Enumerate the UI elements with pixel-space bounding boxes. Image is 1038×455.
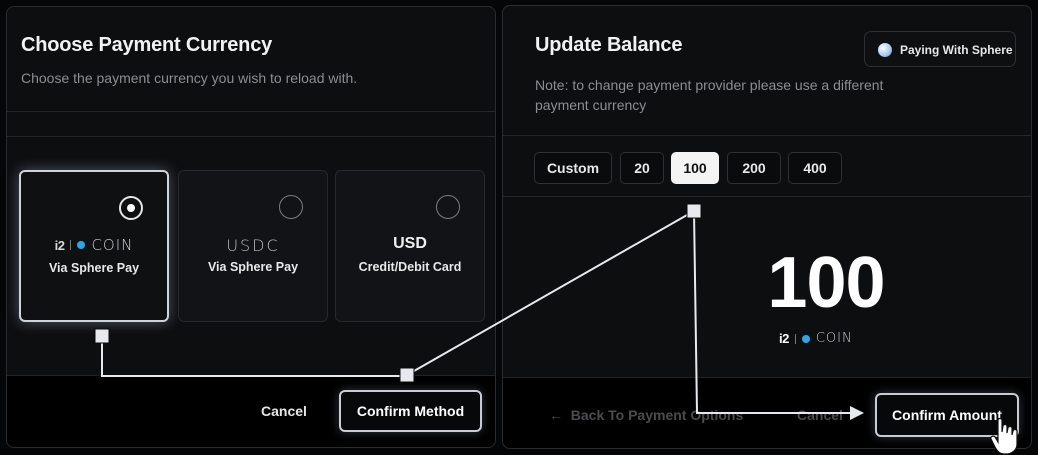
usdc-logo: USDC xyxy=(226,236,280,255)
divider xyxy=(503,135,1031,136)
currency-card-usd[interactable]: USD Credit/Debit Card xyxy=(335,170,485,322)
paying-with-sphere-badge: Paying With Sphere xyxy=(864,31,1016,67)
radio-unselected-icon[interactable] xyxy=(279,195,303,219)
panel-title: Update Balance xyxy=(535,34,683,56)
currency-card-i2coin[interactable]: i2 COIN Via Sphere Pay xyxy=(19,170,169,322)
divider xyxy=(7,136,495,137)
divider xyxy=(7,111,495,112)
amount-chip-100[interactable]: 100 xyxy=(671,152,719,184)
coin-dot-icon xyxy=(801,334,810,343)
panel-title: Choose Payment Currency xyxy=(21,34,273,56)
card-label: Via Sphere Pay xyxy=(207,260,299,274)
confirm-amount-button[interactable]: Confirm Amount xyxy=(875,393,1019,437)
sphere-logo-icon xyxy=(878,43,892,57)
panel-subtitle: Choose the payment currency you wish to … xyxy=(21,70,358,86)
provider-note: Note: to change payment provider please … xyxy=(535,77,884,113)
confirm-method-button[interactable]: Confirm Method xyxy=(339,390,482,432)
amount-chip-20[interactable]: 20 xyxy=(620,152,664,184)
amount-chip-400[interactable]: 400 xyxy=(788,152,842,184)
amount-chip-200[interactable]: 200 xyxy=(727,152,781,184)
divider xyxy=(503,196,1031,197)
card-label: Via Sphere Pay xyxy=(48,261,140,275)
radio-selected-icon[interactable] xyxy=(119,196,143,220)
update-balance-panel: Update Balance Paying With Sphere Note: … xyxy=(502,5,1032,449)
cancel-button[interactable]: Cancel xyxy=(797,407,843,423)
selected-amount-display: 100 xyxy=(767,243,885,323)
cancel-button[interactable]: Cancel xyxy=(261,403,307,419)
back-arrow-icon: ← xyxy=(549,407,563,423)
radio-unselected-icon[interactable] xyxy=(436,195,460,219)
currency-logo: i2 COIN xyxy=(779,331,853,346)
panel-footer: Cancel Confirm Method xyxy=(7,375,495,447)
currency-card-usdc[interactable]: USDC Via Sphere Pay xyxy=(178,170,328,322)
back-to-payment-options-button[interactable]: ← Back To Payment Options xyxy=(549,407,743,423)
amount-chip-custom[interactable]: Custom xyxy=(534,152,612,184)
panel-footer: ← Back To Payment Options Cancel Confirm… xyxy=(503,377,1031,448)
choose-currency-panel: Choose Payment Currency Choose the payme… xyxy=(6,6,496,448)
card-label: Credit/Debit Card xyxy=(358,260,462,274)
coin-dot-icon xyxy=(77,241,86,249)
usd-logo: USD xyxy=(393,235,427,252)
i2coin-logo: i2 COIN xyxy=(54,236,134,254)
